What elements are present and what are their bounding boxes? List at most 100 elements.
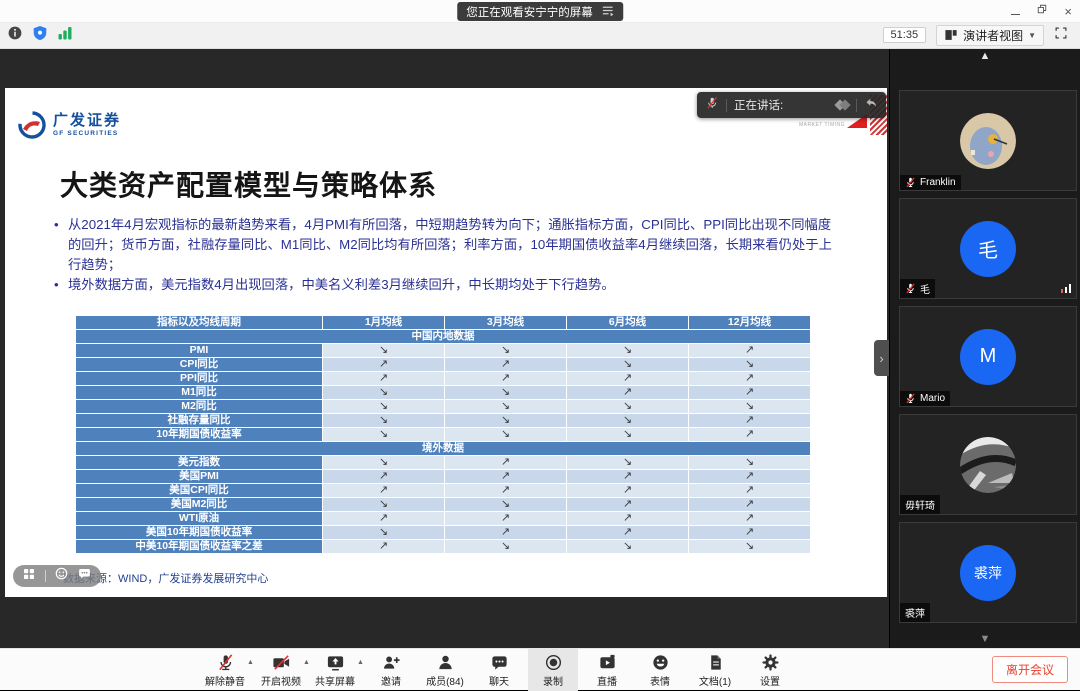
presentation-slide: 广发证券 GF SECURITIES 大类资产配置模型与策略体系 从2021年4… (5, 88, 887, 597)
trend-arrow-cell: ↗ (689, 484, 811, 498)
chevron-up-icon[interactable]: ▲ (357, 659, 364, 666)
scroll-up-icon[interactable]: ▲ (890, 50, 1080, 62)
reply-arrow-icon[interactable] (864, 96, 878, 115)
trend-arrow-cell: ↘ (689, 400, 811, 414)
control-label: 解除静音 (205, 673, 245, 688)
speaking-indicator-bar: 正在讲话: (697, 92, 886, 118)
share-screen-button[interactable]: 共享屏幕 (310, 649, 360, 691)
unmute-button[interactable]: 解除静音 (200, 649, 250, 691)
row-label: 美国CPI同比 (76, 484, 323, 498)
docs-button[interactable]: 文档(1) (690, 649, 740, 691)
window-controls: × (1011, 0, 1072, 22)
avatar: 裘萍 (960, 545, 1016, 601)
info-icon[interactable] (7, 25, 23, 46)
participant-name-tag: 毛 (900, 279, 935, 298)
column-header: 6月均线 (567, 316, 689, 330)
shield-icon[interactable] (32, 25, 48, 46)
record-button[interactable]: 录制 (528, 649, 578, 691)
banner-menu-icon[interactable] (601, 4, 614, 20)
trend-arrow-cell: ↘ (323, 386, 445, 400)
screen-watch-banner[interactable]: 您正在观看安宁宁的屏幕 (457, 2, 623, 21)
participant-tile[interactable]: 毋轩琦 (899, 414, 1077, 515)
banner-text: 您正在观看安宁宁的屏幕 (466, 4, 593, 20)
trend-arrow-cell: ↘ (567, 428, 689, 442)
settings-button[interactable]: 设置 (745, 649, 795, 691)
mic-muted-icon (905, 177, 916, 188)
participant-tile[interactable]: Franklin (899, 90, 1077, 191)
control-label: 设置 (760, 673, 780, 688)
participant-tile[interactable]: MMario (899, 306, 1077, 407)
trend-arrow-cell: ↗ (567, 512, 689, 526)
trend-arrow-cell: ↘ (567, 540, 689, 554)
scroll-down-icon[interactable]: ▼ (890, 633, 1080, 645)
view-controls: 51:35 演讲者视图 ▼ (883, 25, 1068, 46)
maximize-button[interactable] (1036, 2, 1048, 20)
leave-meeting-button[interactable]: 离开会议 (992, 656, 1068, 683)
participant-tile[interactable]: 裘萍裘萍 (899, 522, 1077, 623)
table-row: 美国CPI同比↗↗↗↗ (76, 484, 811, 498)
network-signal-icon (1061, 284, 1072, 293)
trend-arrow-cell: ↗ (323, 512, 445, 526)
live-button[interactable]: 直播 (582, 649, 632, 691)
chat-icon[interactable] (78, 567, 91, 585)
row-label: PMI (76, 344, 323, 358)
row-label: 美国M2同比 (76, 498, 323, 512)
screen-share-icon (326, 653, 345, 672)
trend-arrow-cell: ↗ (445, 526, 567, 540)
control-label: 成员(84) (426, 673, 464, 688)
sidebar-collapse-handle[interactable]: › (874, 340, 889, 376)
divider (726, 99, 727, 112)
fullscreen-icon[interactable] (1054, 26, 1068, 45)
participant-name-tag: 毋轩琦 (900, 495, 940, 514)
view-mode-button[interactable]: 演讲者视图 ▼ (936, 25, 1044, 46)
row-label: 美国10年期国债收益率 (76, 526, 323, 540)
emoji-icon[interactable] (55, 567, 68, 585)
annotation-toolbar (13, 565, 101, 587)
layout-grid-icon[interactable] (23, 567, 35, 585)
trend-arrow-cell: ↘ (567, 414, 689, 428)
main-area: 广发证券 GF SECURITIES 大类资产配置模型与策略体系 从2021年4… (0, 48, 1080, 648)
start-video-button[interactable]: 开启视频 (256, 649, 306, 691)
trend-arrow-cell: ↗ (567, 386, 689, 400)
minimize-button[interactable] (1011, 2, 1020, 20)
trend-arrow-cell: ↗ (567, 372, 689, 386)
trend-arrow-cell: ↗ (323, 372, 445, 386)
table-row: M1同比↘↘↗↗ (76, 386, 811, 400)
close-button[interactable]: × (1064, 5, 1072, 18)
participants-sidebar: ▲ Franklin毛毛MMario毋轩琦裘萍裘萍 ▼ (889, 48, 1080, 648)
gear-icon (761, 653, 780, 672)
gf-logo-mark (17, 110, 47, 140)
chevron-up-icon[interactable]: ▲ (247, 659, 254, 666)
trend-arrow-cell: ↘ (567, 344, 689, 358)
trend-arrow-cell: ↗ (323, 540, 445, 554)
section-label: 境外数据 (76, 442, 811, 456)
members-button[interactable]: 成员(84) (420, 649, 470, 691)
table-row: 美国M2同比↘↘↗↗ (76, 498, 811, 512)
chat-button[interactable]: 聊天 (474, 649, 524, 691)
mic-muted-icon (216, 653, 235, 672)
table-row: 美元指数↘↗↘↘ (76, 456, 811, 470)
invite-button[interactable]: 邀请 (366, 649, 416, 691)
trend-arrow-cell: ↗ (323, 470, 445, 484)
column-header: 3月均线 (445, 316, 567, 330)
chat-icon (490, 653, 509, 672)
avatar: M (960, 329, 1016, 385)
trend-arrow-cell: ↘ (445, 400, 567, 414)
participant-tile[interactable]: 毛毛 (899, 198, 1077, 299)
trend-arrow-cell: ↘ (689, 540, 811, 554)
trend-arrow-cell: ↘ (445, 344, 567, 358)
trend-arrow-cell: ↗ (689, 428, 811, 442)
participant-name-tag: 裘萍 (900, 603, 930, 622)
row-label: CPI同比 (76, 358, 323, 372)
table-header-row: 指标以及均线周期1月均线3月均线6月均线12月均线 (76, 316, 811, 330)
network-signal-icon[interactable] (57, 25, 73, 46)
trend-arrow-cell: ↗ (445, 358, 567, 372)
chevron-up-icon[interactable]: ▲ (303, 659, 310, 666)
trend-arrow-cell: ↘ (567, 358, 689, 372)
trend-arrow-cell: ↗ (689, 344, 811, 358)
emoji-button[interactable]: 表情 (635, 649, 685, 691)
meeting-timer: 51:35 (883, 27, 927, 43)
control-label: 开启视频 (261, 673, 301, 688)
screen-share-area: 广发证券 GF SECURITIES 大类资产配置模型与策略体系 从2021年4… (0, 48, 889, 648)
live-icon (598, 653, 617, 672)
